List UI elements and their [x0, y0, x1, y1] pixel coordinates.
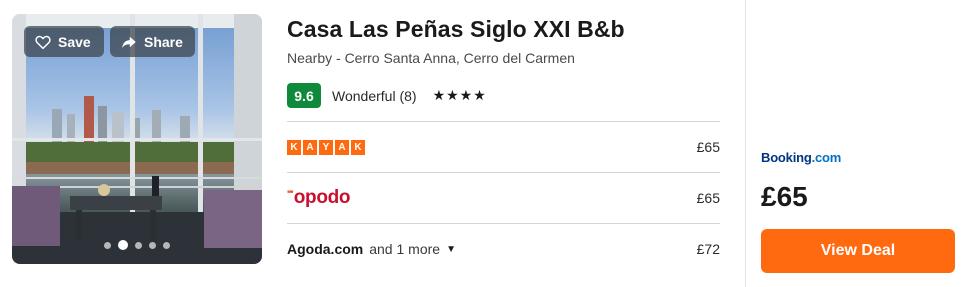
rating-row: 9.6 Wonderful (8) ★★★★: [287, 83, 487, 108]
heart-icon: [35, 35, 51, 49]
hotel-photo[interactable]: Save Share: [12, 14, 262, 264]
chevron-down-icon[interactable]: ▼: [446, 244, 456, 255]
carousel-dot[interactable]: [163, 241, 170, 249]
carousel-dot[interactable]: [135, 241, 142, 249]
rating-score-badge: 9.6: [287, 83, 321, 108]
offer-price: £72: [696, 241, 720, 257]
offers-list: KAYAK £65 ''''' opodo £65 Agoda.com and 1…: [287, 121, 720, 274]
star-rating: ★★★★: [432, 87, 487, 103]
carousel-dot[interactable]: [104, 241, 111, 249]
offer-row-agoda[interactable]: Agoda.com and 1 more ▼ £72: [287, 223, 720, 274]
photo-carousel-dots: [12, 240, 262, 250]
share-button[interactable]: Share: [110, 26, 195, 57]
booking-name: Booking: [761, 150, 812, 165]
carousel-dot-active[interactable]: [118, 240, 128, 250]
opodo-logo: ''''' opodo: [287, 187, 351, 208]
hotel-result-card: Save Share Casa Las Peñas Siglo XXI B&b …: [0, 0, 968, 287]
booking-suffix: .com: [811, 150, 842, 165]
hotel-name[interactable]: Casa Las Peñas Siglo XXI B&b: [287, 16, 625, 43]
kayak-logo: KAYAK: [287, 139, 365, 155]
carousel-dot[interactable]: [149, 241, 156, 249]
save-button[interactable]: Save: [24, 26, 104, 57]
share-label: Share: [144, 33, 183, 50]
deal-price: £65: [761, 181, 808, 212]
save-label: Save: [58, 33, 91, 50]
agoda-provider[interactable]: Agoda.com and 1 more ▼: [287, 241, 456, 257]
rating-text[interactable]: Wonderful (8): [332, 88, 417, 104]
share-arrow-icon: [122, 36, 136, 48]
view-deal-button[interactable]: View Deal: [761, 229, 955, 273]
offer-row-opodo[interactable]: ''''' opodo £65: [287, 172, 720, 223]
booking-com-logo: Booking.com: [761, 150, 841, 165]
more-providers-link[interactable]: and 1 more: [369, 241, 440, 257]
offer-price: £65: [696, 139, 720, 155]
card-divider: [745, 0, 746, 287]
offer-row-kayak[interactable]: KAYAK £65: [287, 121, 720, 172]
offer-price: £65: [696, 190, 720, 206]
hotel-location: Nearby - Cerro Santa Anna, Cerro del Car…: [287, 50, 575, 66]
agoda-provider-name: Agoda.com: [287, 241, 364, 257]
